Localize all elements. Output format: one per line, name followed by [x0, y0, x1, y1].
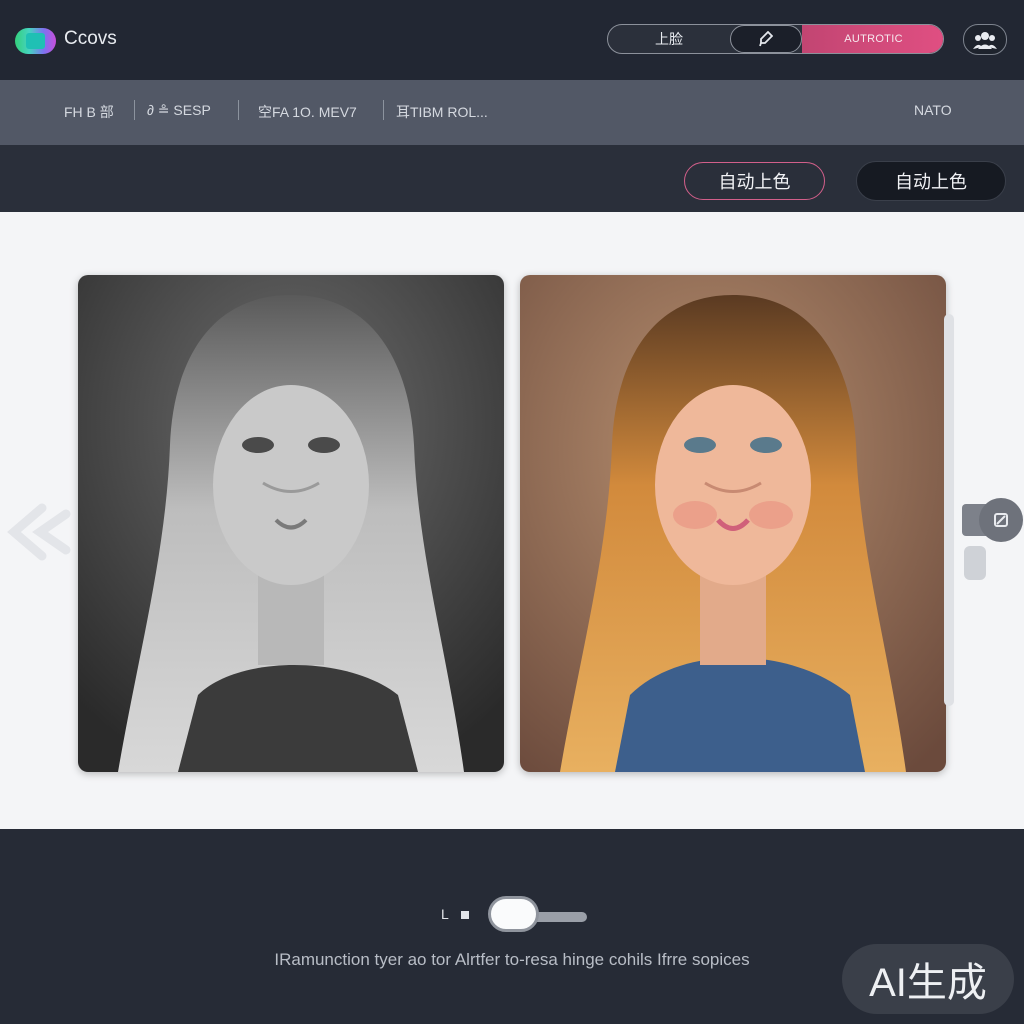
back-arrow-icon[interactable] — [4, 500, 74, 564]
segment-face[interactable]: 上脸 — [608, 25, 730, 53]
auto-colorize-outline-button[interactable]: 自动上色 — [684, 162, 825, 200]
auto-colorize-button[interactable]: 自动上色 — [856, 161, 1006, 201]
user-avatar-button[interactable] — [963, 24, 1007, 55]
brush-icon — [759, 31, 773, 47]
nav-item-1[interactable]: FH B 部 — [64, 102, 114, 122]
users-icon — [973, 31, 997, 49]
compare-slider-track[interactable] — [532, 912, 587, 922]
app-name: Ccovs — [64, 28, 117, 49]
toggle-indicator — [461, 911, 469, 919]
compare-toggle-knob[interactable] — [488, 896, 539, 932]
toggle-label: L — [441, 906, 449, 922]
nav-item-right[interactable]: NATO — [914, 102, 952, 118]
nav-item-3[interactable]: 空FA 1O. MEV7 — [258, 102, 357, 122]
mode-segmented-control: 上脸 AUTROTIC — [607, 24, 944, 54]
compare-handle-icon[interactable] — [962, 496, 1024, 544]
segment-autrotic[interactable]: AUTROTIC — [802, 25, 943, 53]
segment-brush[interactable] — [730, 25, 802, 53]
nav-divider — [383, 100, 384, 120]
app-logo-icon — [15, 28, 56, 54]
vertical-scrollbar[interactable] — [944, 314, 954, 706]
side-tool-button[interactable] — [964, 546, 986, 580]
nav-divider — [134, 100, 135, 120]
colorized-image[interactable] — [520, 275, 946, 772]
nav-item-2[interactable]: ∂ ≗ SESP — [147, 102, 211, 119]
original-image[interactable] — [78, 275, 504, 772]
nav-item-4[interactable]: 耳TIBM ROL... — [396, 102, 488, 122]
ai-generated-badge: AI生成 — [842, 944, 1014, 1014]
nav-divider — [238, 100, 239, 120]
